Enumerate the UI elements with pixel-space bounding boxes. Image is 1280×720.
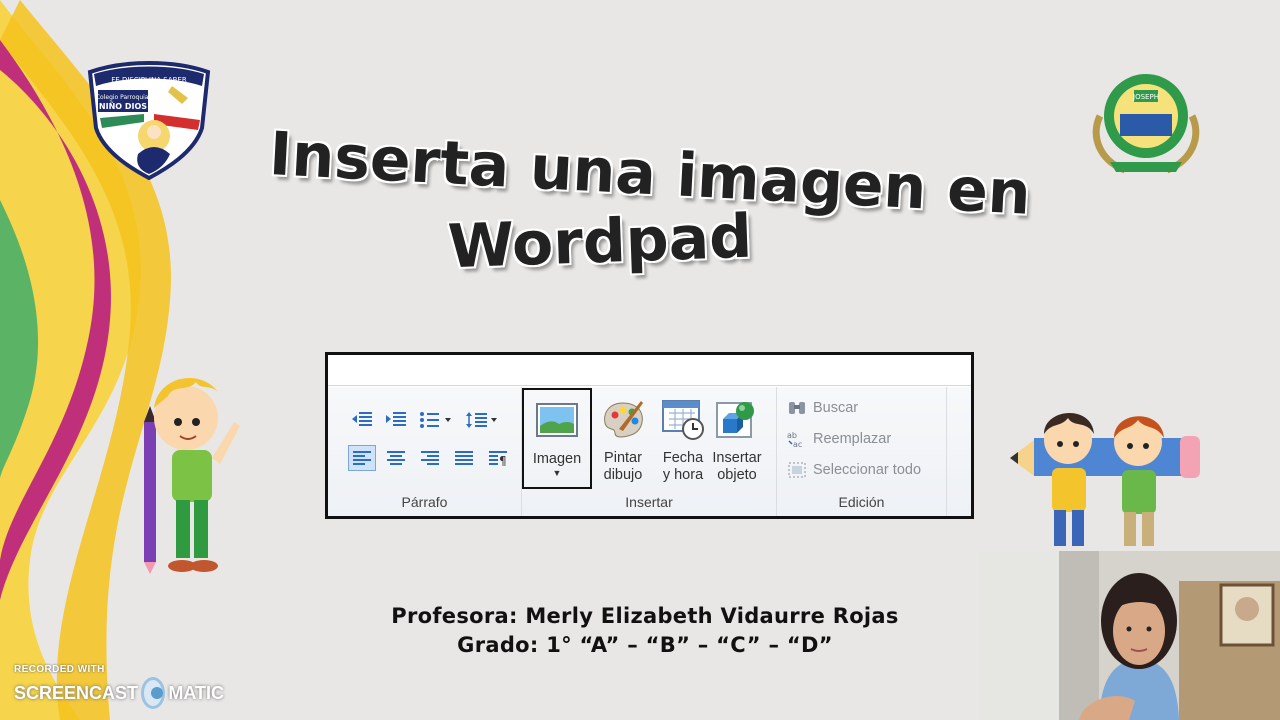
increase-indent-icon — [386, 412, 406, 426]
insert-image-button[interactable]: Imagen ▼ — [522, 388, 592, 489]
teacher-info: Profesora: Merly Elizabeth Vidaurre Roja… — [340, 602, 950, 660]
replace-button[interactable]: ab ac Reemplazar — [787, 430, 891, 448]
group-label-edicion: Edición — [838, 494, 885, 510]
select-all-icon — [788, 462, 806, 478]
justify-button[interactable] — [450, 445, 478, 471]
calendar-clock-icon — [662, 400, 704, 440]
cartoon-kids-with-pencil — [1010, 412, 1200, 546]
group-edicion: Buscar ab ac Reemplazar Seleccionar todo … — [777, 387, 947, 516]
insert-object-label-1: Insertar — [712, 450, 762, 466]
insert-object-label-2: objeto — [717, 467, 757, 483]
align-right-icon — [421, 451, 439, 465]
insert-object-icon — [716, 402, 754, 438]
find-button[interactable]: Buscar — [787, 399, 858, 417]
paint-palette-icon — [604, 401, 643, 438]
align-left-icon — [353, 451, 371, 465]
decrease-indent-button[interactable] — [348, 407, 376, 433]
justify-icon — [455, 451, 473, 465]
screencast-watermark: RECORDED WITH SCREENCAST MATIC — [14, 664, 224, 714]
paint-drawing-label-1: Pintar — [604, 450, 642, 466]
date-time-label-2: y hora — [662, 467, 704, 483]
crest-line1: Colegio Parroquial — [96, 94, 151, 101]
paragraph-button[interactable]: ¶ — [484, 445, 512, 471]
decrease-indent-icon — [352, 412, 372, 426]
paragraph-icon: ¶ — [489, 451, 507, 466]
ribbon-tab-bar — [328, 355, 971, 386]
find-label: Buscar — [813, 400, 859, 416]
insert-image-label: Imagen — [532, 451, 582, 467]
insert-object-button[interactable]: Insertar objeto — [706, 389, 768, 489]
paint-drawing-label-2: dibujo — [603, 467, 643, 483]
svg-text:ac: ac — [793, 440, 802, 448]
line-spacing-icon — [466, 412, 497, 428]
bullet-list-button[interactable] — [416, 407, 456, 433]
screencast-logo-icon — [141, 677, 166, 709]
align-center-icon — [387, 451, 405, 465]
bullet-list-icon — [420, 412, 451, 428]
binoculars-icon — [789, 402, 805, 414]
line-spacing-button[interactable] — [462, 407, 502, 433]
increase-indent-button[interactable] — [382, 407, 410, 433]
ribbon-body: ¶ Párrafo Imagen ▼ Pintar dibujo Fecha y… — [328, 387, 971, 516]
paint-drawing-button[interactable]: Pintar dibujo — [592, 389, 654, 489]
teacher-name: Profesora: Merly Elizabeth Vidaurre Roja… — [391, 604, 899, 628]
group-parrafo: ¶ Párrafo — [328, 387, 522, 516]
wordpad-ribbon: ¶ Párrafo Imagen ▼ Pintar dibujo Fecha y… — [325, 352, 974, 519]
group-label-parrafo: Párrafo — [401, 494, 448, 510]
replace-icon: abac — [787, 431, 802, 448]
slide-title: Inserta una imagen en Wordpad — [200, 119, 1100, 290]
webcam-video-feed — [979, 551, 1280, 720]
date-time-label-1: Fecha — [662, 450, 704, 466]
cartoon-boy-with-pencil — [144, 378, 240, 574]
group-label-insertar: Insertar — [625, 494, 673, 510]
school-crest-left: FE DISCIPLINA SABER Colegio Parroquial N… — [87, 61, 211, 180]
group-insertar: Imagen ▼ Pintar dibujo Fecha y hora Inse… — [522, 387, 777, 516]
title-line-2: Wordpad — [446, 201, 754, 283]
align-center-button[interactable] — [382, 445, 410, 471]
chevron-down-icon: ▼ — [552, 468, 562, 478]
align-right-button[interactable] — [416, 445, 444, 471]
crest-line2: NIÑO DIOS — [99, 101, 147, 111]
watermark-brand-left: SCREENCAST — [14, 682, 139, 703]
select-all-button[interactable]: Seleccionar todo — [787, 461, 921, 479]
crest-motto: FE DISCIPLINA SABER — [111, 76, 187, 84]
date-time-button[interactable]: Fecha y hora — [652, 389, 714, 489]
watermark-brand-right: MATIC — [168, 682, 224, 703]
svg-text:¶: ¶ — [499, 454, 507, 466]
align-left-button[interactable] — [348, 445, 376, 471]
image-icon — [536, 403, 578, 437]
grade-info: Grado: 1° “A” – “B” – “C” – “D” — [457, 633, 833, 657]
svg-text:ab: ab — [787, 431, 797, 440]
crest-right-text: JOSEPH — [1132, 93, 1159, 101]
recorded-with-label: RECORDED WITH — [14, 664, 105, 675]
replace-label: Reemplazar — [813, 431, 892, 447]
select-all-label: Seleccionar todo — [813, 462, 922, 478]
